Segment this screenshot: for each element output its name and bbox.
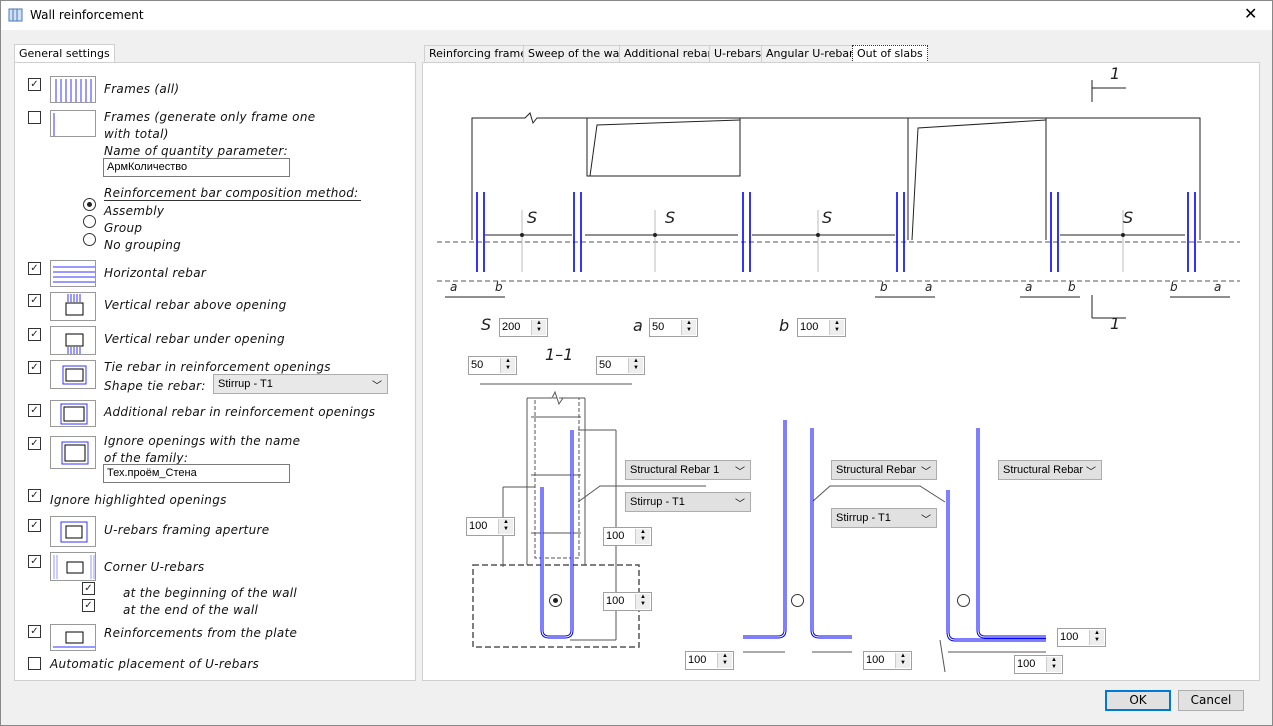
left-cover-spinner[interactable]: 50 ▲ ▼	[468, 356, 517, 375]
stirrup-select-1[interactable]: Stirrup - T1 ﹀	[625, 492, 751, 512]
b-dim-3: b	[1068, 280, 1076, 294]
lower-length-spinner[interactable]: 100 ▲ ▼	[603, 592, 652, 611]
right-cover-spinner[interactable]: 50 ▲ ▼	[596, 356, 645, 375]
cancel-button[interactable]: Cancel	[1178, 690, 1244, 711]
section-mark-bottom: 1	[1110, 314, 1121, 333]
section-title: 1–1	[545, 345, 574, 364]
rebar-type-select-1[interactable]: Structural Rebar 1 ﹀	[625, 460, 751, 480]
b-dim-1: b	[495, 280, 503, 294]
a-dim-3: a	[1025, 280, 1033, 294]
s-spinner[interactable]: 200 ▲ ▼	[499, 318, 548, 337]
ok-button[interactable]: OK	[1105, 690, 1171, 711]
rebar-option-1-radio[interactable]	[549, 594, 562, 607]
chevron-down-icon: ﹀	[735, 499, 745, 510]
section-mark-top: 1	[1110, 64, 1121, 83]
a-dim-2: a	[925, 280, 933, 294]
a-dim-4: a	[1214, 280, 1222, 294]
a-spinner[interactable]: 50 ▲ ▼	[649, 318, 698, 337]
chevron-down-icon: ﹀	[921, 467, 931, 478]
b-dim-2: b	[880, 280, 888, 294]
right-leg-top-spinner[interactable]: 100 ▲ ▼	[1057, 628, 1106, 647]
mid-left-leg-spinner[interactable]: 100 ▲ ▼	[685, 651, 734, 670]
b-dim-4: b	[1170, 280, 1178, 294]
b-spinner[interactable]: 100 ▲ ▼	[797, 318, 846, 337]
a-dim-1: a	[450, 280, 458, 294]
s-dim-3: S	[822, 208, 833, 227]
chevron-down-icon: ﹀	[1086, 467, 1096, 478]
rebar-type-select-2[interactable]: Structural Rebar ﹀	[831, 460, 937, 480]
vertical-rebars	[476, 192, 1196, 272]
opening-1	[586, 117, 741, 177]
rebar-option-3-radio[interactable]	[957, 594, 970, 607]
b-label: b	[779, 316, 790, 335]
rebar-option-2-radio[interactable]	[791, 594, 804, 607]
s-dim-1: S	[527, 208, 538, 227]
mid-right-leg-spinner[interactable]: 100 ▲ ▼	[863, 651, 912, 670]
right-leg-bottom-spinner[interactable]: 100 ▲ ▼	[1014, 655, 1063, 674]
anchor-length-spinner[interactable]: 100 ▲ ▼	[466, 517, 515, 536]
s-dim-4: S	[1123, 208, 1134, 227]
a-label: a	[633, 316, 643, 335]
stirrup-select-2[interactable]: Stirrup - T1 ﹀	[831, 508, 937, 528]
chevron-down-icon: ﹀	[921, 515, 931, 526]
rebar-type-select-3[interactable]: Structural Rebar ﹀	[998, 460, 1102, 480]
s-label: S	[481, 315, 492, 334]
s-dim-2: S	[665, 208, 676, 227]
chevron-down-icon: ﹀	[735, 467, 745, 478]
upper-length-spinner[interactable]: 100 ▲ ▼	[603, 527, 652, 546]
